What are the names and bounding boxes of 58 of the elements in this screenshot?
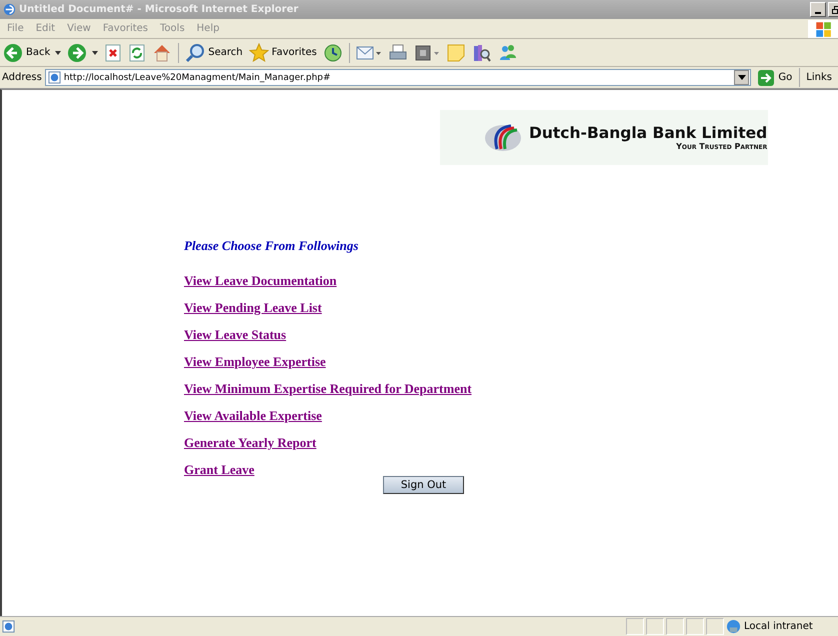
menu-link[interactable]: View Employee Expertise — [184, 354, 326, 369]
forward-button[interactable] — [67, 42, 98, 62]
browser-icon — [3, 3, 16, 16]
research-button[interactable] — [472, 42, 492, 62]
go-button[interactable]: Go — [754, 70, 796, 86]
favorites-button[interactable]: Favorites — [248, 42, 317, 62]
network-icon — [726, 619, 741, 634]
swoosh-icon — [483, 122, 523, 152]
status-pane — [666, 618, 684, 635]
menu-link[interactable]: View Pending Leave List — [184, 300, 322, 315]
printer-icon — [388, 42, 408, 62]
menu-link[interactable]: View Leave Documentation — [184, 273, 337, 288]
arrow-icon — [758, 70, 774, 86]
caret-icon — [55, 50, 62, 54]
back-button[interactable]: Back — [3, 42, 62, 62]
house-icon — [152, 42, 172, 62]
page-icon — [48, 71, 61, 84]
status-pane — [646, 618, 664, 635]
search-icon — [185, 42, 206, 62]
menu-link[interactable]: View Available Expertise — [184, 408, 322, 423]
search-button[interactable]: Search — [185, 42, 243, 62]
home-button[interactable] — [152, 42, 172, 62]
minimize-icon — [815, 12, 821, 14]
bank-name: Dutch-Bangla Bank Limited — [529, 124, 768, 142]
caret-icon — [92, 50, 98, 54]
menu-link[interactable]: Generate Yearly Report — [184, 435, 316, 450]
sign-out-button[interactable]: Sign Out — [383, 476, 464, 494]
tagline: Your Trusted Partner — [676, 142, 768, 151]
status-pane — [686, 618, 704, 635]
dropdown-button[interactable] — [734, 70, 750, 85]
refresh-icon — [128, 44, 146, 62]
status-pane — [626, 618, 644, 635]
people-icon — [498, 42, 518, 62]
window-title: Untitled Document# - Microsoft Internet Explorer — [19, 4, 300, 15]
address-field[interactable]: http://localhost/Leave%20Managment/Main_Manager.php# — [44, 69, 752, 86]
refresh-button[interactable] — [128, 44, 146, 62]
note-icon — [446, 42, 466, 62]
page-heading: Please Choose From Followings — [184, 238, 360, 254]
menu-link[interactable]: View Leave Status — [184, 327, 286, 342]
history-button[interactable] — [322, 42, 343, 62]
menu-link[interactable]: Grant Leave — [184, 462, 254, 477]
status-pane — [706, 618, 724, 635]
minimize-button[interactable] — [810, 2, 826, 17]
address-label: Address — [2, 72, 42, 83]
stop-icon — [104, 44, 122, 62]
page-icon — [2, 620, 15, 633]
star-icon — [248, 42, 269, 62]
clock-icon — [322, 42, 343, 62]
books-icon — [472, 42, 492, 62]
zone-label: Local intranet — [744, 621, 813, 632]
links-button[interactable]: Links — [799, 68, 836, 87]
restore-icon — [831, 4, 838, 14]
messenger-button[interactable] — [498, 42, 518, 62]
windows-logo-icon — [808, 20, 838, 38]
print-button[interactable] — [388, 42, 408, 62]
caret-icon — [738, 74, 746, 80]
stop-button[interactable] — [104, 44, 122, 62]
menu-link[interactable]: View Minimum Expertise Required for Department — [184, 381, 472, 396]
